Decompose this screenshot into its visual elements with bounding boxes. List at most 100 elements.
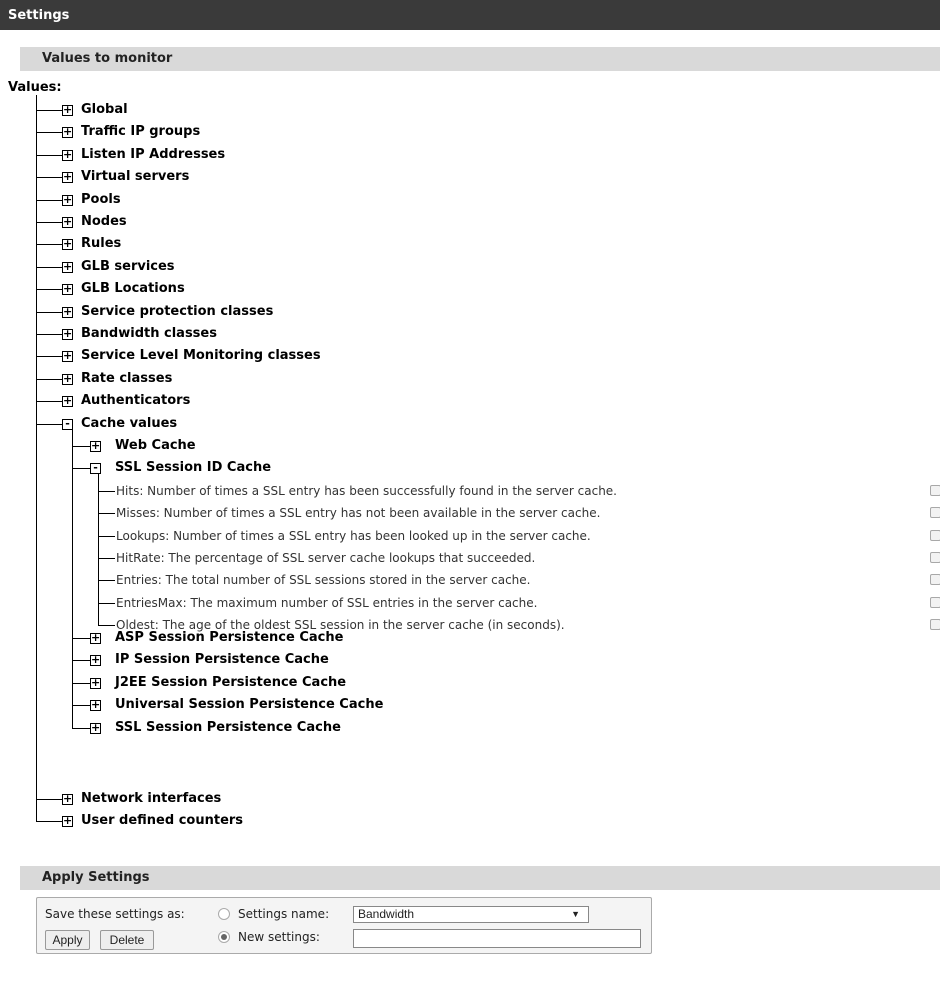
monitor-value-item: HitRate: The percentage of SSL server ca… <box>116 550 536 565</box>
values-tree: + Global + Traffic IP groups + Listen IP Addr… <box>0 0 940 840</box>
apply-settings-panel: Save these settings as: Settings name: B… <box>36 897 652 954</box>
expand-toggle-icon[interactable]: + <box>90 654 101 667</box>
monitor-value-checkbox[interactable] <box>930 485 940 496</box>
expand-toggle-icon[interactable]: + <box>90 440 101 452</box>
monitor-value-checkbox[interactable] <box>930 574 940 586</box>
monitor-value-item: Hits: Number of times a SSL entry has be… <box>116 484 617 498</box>
tree-connector <box>36 199 62 201</box>
tree-node-j2ee-session-persistence-cache[interactable]: J2EE Session Persistence Cache <box>115 675 346 691</box>
tree-node-ssl-session-id-cache[interactable]: SSL Session ID Cache <box>115 460 271 476</box>
tree-node-user-defined-counters[interactable]: User defined counters <box>81 813 243 829</box>
expand-toggle-icon[interactable]: + <box>62 306 73 318</box>
settings-name-label: Settings name: <box>238 907 330 921</box>
section-apply-settings: Apply Settings <box>20 866 940 890</box>
expand-toggle-icon[interactable]: + <box>62 815 73 827</box>
apply-button[interactable]: Apply <box>45 930 90 950</box>
tree-connector <box>98 513 115 515</box>
new-settings-radio[interactable] <box>218 931 230 943</box>
monitor-value-checkbox[interactable] <box>930 529 940 541</box>
expand-toggle-icon[interactable]: + <box>62 283 73 296</box>
tree-node-global[interactable]: Global <box>81 102 128 118</box>
tree-connector <box>72 660 90 662</box>
monitor-value-checkbox[interactable] <box>930 551 940 563</box>
tree-node-ip-session-persistence-cache[interactable]: IP Session Persistence Cache <box>115 652 329 668</box>
tree-connector <box>98 491 115 492</box>
tree-node-network-interfaces[interactable]: Network interfaces <box>81 791 221 807</box>
expand-toggle-icon[interactable]: + <box>62 126 73 139</box>
tree-connector <box>98 557 115 559</box>
monitor-value-checkbox[interactable] <box>930 596 940 608</box>
tree-connector <box>98 580 115 582</box>
tree-node-listen-ip-addresses[interactable]: Listen IP Addresses <box>81 147 225 163</box>
expand-toggle-icon[interactable]: + <box>62 793 73 805</box>
tree-connector <box>72 705 90 707</box>
expand-toggle-icon[interactable]: + <box>62 238 73 251</box>
tree-connector <box>72 682 90 684</box>
expand-toggle-icon[interactable]: + <box>62 373 73 385</box>
tree-connector <box>36 821 62 822</box>
settings-name-radio[interactable] <box>218 908 230 920</box>
tree-connector <box>36 177 62 179</box>
tree-node-service-level-monitoring-classes[interactable]: Service Level Monitoring classes <box>81 348 321 364</box>
tree-connector <box>36 378 62 380</box>
expand-toggle-icon[interactable]: + <box>62 395 73 408</box>
tree-node-nodes[interactable]: Nodes <box>81 214 127 230</box>
monitor-value-item: Entries: The total number of SSL session… <box>116 573 531 588</box>
tree-node-traffic-ip-groups[interactable]: Traffic IP groups <box>81 124 200 140</box>
save-as-label: Save these settings as: <box>45 907 185 921</box>
delete-button[interactable]: Delete <box>100 930 154 950</box>
tree-node-universal-session-persistence-cache[interactable]: Universal Session Persistence Cache <box>115 697 383 713</box>
tree-connector <box>36 423 62 425</box>
monitor-value-item: EntriesMax: The maximum number of SSL en… <box>116 595 538 610</box>
tree-node-cache-values[interactable]: Cache values <box>81 416 177 432</box>
expand-toggle-icon[interactable]: + <box>62 261 73 273</box>
tree-connector <box>36 799 62 800</box>
tree-node-bandwidth-classes[interactable]: Bandwidth classes <box>81 326 217 342</box>
monitor-value-checkbox[interactable] <box>930 618 940 630</box>
tree-connector <box>36 289 62 291</box>
tree-node-service-protection-classes[interactable]: Service protection classes <box>81 304 273 320</box>
expand-toggle-icon[interactable]: + <box>62 171 73 184</box>
tree-connector <box>36 154 62 156</box>
tree-node-ssl-session-persistence-cache[interactable]: SSL Session Persistence Cache <box>115 720 341 736</box>
collapse-toggle-icon[interactable]: - <box>62 418 73 430</box>
tree-connector <box>36 110 62 111</box>
tree-connector <box>36 266 62 268</box>
tree-node-authenticators[interactable]: Authenticators <box>81 393 190 409</box>
monitor-value-item: Lookups: Number of times a SSL entry has… <box>116 528 591 543</box>
tree-connector <box>36 95 37 821</box>
monitor-value-checkbox[interactable] <box>930 507 940 519</box>
tree-node-virtual-servers[interactable]: Virtual servers <box>81 169 189 185</box>
expand-toggle-icon[interactable]: + <box>62 104 73 116</box>
tree-node-rate-classes[interactable]: Rate classes <box>81 371 172 387</box>
tree-connector <box>72 727 90 729</box>
expand-toggle-icon[interactable]: + <box>90 722 101 734</box>
tree-node-rules[interactable]: Rules <box>81 236 121 252</box>
tree-connector <box>36 132 62 134</box>
expand-toggle-icon[interactable]: + <box>62 328 73 340</box>
expand-toggle-icon[interactable]: + <box>62 350 73 363</box>
new-settings-input[interactable] <box>353 929 641 948</box>
tree-connector <box>72 468 90 470</box>
tree-node-glb-services[interactable]: GLB services <box>81 259 175 275</box>
settings-name-select[interactable]: Bandwidth ▼ <box>353 906 589 923</box>
expand-toggle-icon[interactable]: + <box>62 149 73 161</box>
monitor-value-item: Oldest: The age of the oldest SSL sessio… <box>116 617 565 632</box>
tree-node-web-cache[interactable]: Web Cache <box>115 438 196 454</box>
expand-toggle-icon[interactable]: + <box>62 194 73 206</box>
tree-node-glb-locations[interactable]: GLB Locations <box>81 281 185 297</box>
expand-toggle-icon[interactable]: + <box>90 632 101 644</box>
expand-toggle-icon[interactable]: + <box>62 216 73 228</box>
collapse-toggle-icon[interactable]: - <box>90 462 101 475</box>
tree-node-pools[interactable]: Pools <box>81 192 121 208</box>
tree-connector <box>36 334 62 335</box>
tree-connector <box>72 446 90 447</box>
monitor-value-item: Misses: Number of times a SSL entry has … <box>116 506 601 521</box>
tree-connector <box>36 244 62 246</box>
expand-toggle-icon[interactable]: + <box>90 699 101 712</box>
expand-toggle-icon[interactable]: + <box>90 677 101 689</box>
tree-connector <box>98 624 115 626</box>
tree-connector <box>98 535 115 537</box>
new-settings-label: New settings: <box>238 930 320 944</box>
tree-connector <box>72 638 90 639</box>
